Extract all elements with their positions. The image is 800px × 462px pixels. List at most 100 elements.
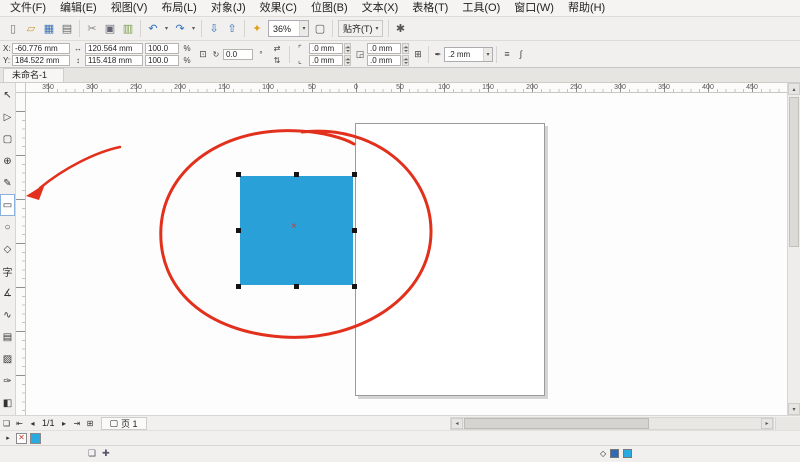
scroll-down-icon[interactable]: ▾ — [788, 403, 800, 415]
vertical-ruler[interactable] — [16, 93, 26, 415]
menu-table[interactable]: 表格(T) — [405, 0, 455, 16]
menu-text[interactable]: 文本(X) — [355, 0, 406, 16]
selection-handle[interactable] — [236, 172, 241, 177]
paste-icon[interactable]: ▥ — [119, 20, 137, 38]
selection-handle[interactable] — [236, 284, 241, 289]
field-spinner[interactable] — [344, 42, 351, 54]
field-spinner[interactable] — [344, 54, 351, 66]
menu-tools[interactable]: 工具(O) — [455, 0, 507, 16]
corner-radius-tl-field[interactable]: .0 mm — [309, 42, 343, 54]
snap-dropdown-icon[interactable]: ▾ — [373, 20, 382, 38]
horizontal-ruler[interactable]: 350 300 250 200 150 100 50 0 50 100 150 … — [26, 83, 787, 93]
page-sorter-icon[interactable]: ❏ — [0, 417, 13, 430]
scroll-up-icon[interactable]: ▴ — [788, 83, 800, 95]
relative-corner-scaling-button[interactable]: ⊞ — [411, 48, 425, 60]
import-icon[interactable]: ⇩ — [205, 20, 223, 38]
zoom-tool[interactable]: ⊕ — [0, 150, 15, 172]
menu-window[interactable]: 窗口(W) — [507, 0, 561, 16]
selection-handle[interactable] — [294, 172, 299, 177]
corner-radius-tr-field[interactable]: .0 mm — [367, 42, 401, 54]
add-page-button[interactable]: ⊞ — [84, 417, 97, 430]
no-color-swatch[interactable]: ✕ — [16, 432, 27, 444]
undo-icon[interactable]: ↶ — [144, 20, 162, 38]
zoom-dropdown-icon[interactable]: ▾ — [299, 21, 308, 36]
selection-handle[interactable] — [294, 284, 299, 289]
menu-view[interactable]: 视图(V) — [104, 0, 155, 16]
shape-tool[interactable]: ▷ — [0, 106, 15, 128]
selection-handle[interactable] — [352, 172, 357, 177]
next-page-button[interactable]: ▸ — [58, 417, 71, 430]
full-screen-preview-icon[interactable]: ▢ — [311, 20, 329, 38]
palette-flyout-icon[interactable]: ▸ — [3, 434, 13, 442]
export-icon[interactable]: ⇧ — [223, 20, 241, 38]
scroll-left-icon[interactable]: ◂ — [451, 418, 463, 429]
scroll-right-icon[interactable]: ▸ — [761, 418, 773, 429]
menu-object[interactable]: 对象(J) — [204, 0, 253, 16]
menu-help[interactable]: 帮助(H) — [561, 0, 612, 16]
scale-x-field[interactable]: 100.0 — [145, 42, 179, 54]
y-position-field[interactable]: 184.522 mm — [12, 54, 70, 66]
open-icon[interactable]: ▱ — [22, 20, 40, 38]
outline-width-combobox[interactable]: .2 mm ▾ — [444, 46, 493, 62]
eyedropper-tool[interactable]: ✑ — [0, 370, 15, 392]
freehand-tool[interactable]: ✎ — [0, 172, 15, 194]
cut-icon[interactable]: ✂ — [83, 20, 101, 38]
transparency-tool[interactable]: ▨ — [0, 348, 15, 370]
rectangle-tool[interactable]: ▭ — [0, 194, 15, 216]
menu-bitmaps[interactable]: 位图(B) — [304, 0, 355, 16]
ruler-origin-corner[interactable] — [16, 83, 26, 93]
save-icon[interactable]: ▦ — [40, 20, 58, 38]
menu-file[interactable]: 文件(F) — [3, 0, 53, 16]
undo-dropdown-icon[interactable]: ▾ — [162, 20, 171, 38]
last-page-button[interactable]: ⇥ — [71, 417, 84, 430]
round-corner-button[interactable]: ⌜ — [293, 43, 307, 54]
text-tool[interactable]: 字 — [0, 260, 15, 282]
cyan-color-swatch[interactable] — [30, 432, 41, 444]
mirror-vertical-button[interactable]: ⇅ — [270, 55, 284, 66]
vertical-scrollbar[interactable]: ▴ ▾ — [787, 83, 800, 415]
shadow-tool[interactable]: ▤ — [0, 326, 15, 348]
selection-handle[interactable] — [352, 284, 357, 289]
ellipse-tool[interactable]: ○ — [0, 216, 15, 238]
redo-icon[interactable]: ↷ — [171, 20, 189, 38]
horizontal-scrollbar[interactable]: ◂ ▸ — [450, 417, 774, 430]
convert-to-curves-button[interactable]: ∫ — [514, 48, 528, 60]
first-page-button[interactable]: ⇤ — [13, 417, 26, 430]
previous-page-button[interactable]: ◂ — [26, 417, 39, 430]
dimension-tool[interactable]: ∡ — [0, 282, 15, 304]
connector-tool[interactable]: ∿ — [0, 304, 15, 326]
rotation-angle-field[interactable]: 0.0 — [223, 48, 253, 60]
menu-effects[interactable]: 效果(C) — [253, 0, 304, 16]
chamfer-corner-button[interactable]: ◲ — [353, 48, 367, 60]
document-page[interactable] — [355, 123, 545, 396]
corner-radius-bl-field[interactable]: .0 mm — [309, 54, 343, 66]
app-launcher-icon[interactable]: ✦ — [248, 20, 266, 38]
horizontal-scrollbar-thumb[interactable] — [464, 418, 649, 429]
drawing-canvas[interactable]: × — [26, 93, 787, 415]
field-spinner[interactable] — [402, 54, 409, 66]
outline-width-dropdown-icon[interactable]: ▾ — [483, 47, 492, 61]
menu-edit[interactable]: 编辑(E) — [53, 0, 104, 16]
new-document-icon[interactable]: ▯ — [4, 20, 22, 38]
zoom-level-combobox[interactable]: 36% ▾ — [268, 20, 309, 37]
fill-tool[interactable]: ◧ — [0, 392, 15, 414]
mirror-horizontal-button[interactable]: ⇄ — [270, 43, 284, 54]
x-position-field[interactable]: -60.776 mm — [12, 42, 70, 54]
vertical-scrollbar-thumb[interactable] — [789, 97, 799, 247]
object-width-field[interactable]: 120.564 mm — [85, 42, 143, 54]
wrap-text-button[interactable]: ≡ — [500, 48, 514, 60]
crop-tool[interactable]: ▢ — [0, 128, 15, 150]
copy-icon[interactable]: ▣ — [101, 20, 119, 38]
redo-dropdown-icon[interactable]: ▾ — [189, 20, 198, 38]
polygon-tool[interactable]: ◇ — [0, 238, 15, 260]
page-tab[interactable]: ▢ 页 1 — [100, 416, 147, 430]
menu-layout[interactable]: 布局(L) — [154, 0, 203, 16]
selection-handle[interactable] — [352, 228, 357, 233]
print-icon[interactable]: ▤ — [58, 20, 76, 38]
lock-ratio-button[interactable]: ⊡ — [196, 48, 210, 60]
pick-tool[interactable]: ↖ — [0, 84, 15, 106]
corner-radius-br-field[interactable]: .0 mm — [367, 54, 401, 66]
scale-y-field[interactable]: 100.0 — [145, 54, 179, 66]
options-icon[interactable]: ✱ — [392, 20, 410, 38]
field-spinner[interactable] — [402, 42, 409, 54]
